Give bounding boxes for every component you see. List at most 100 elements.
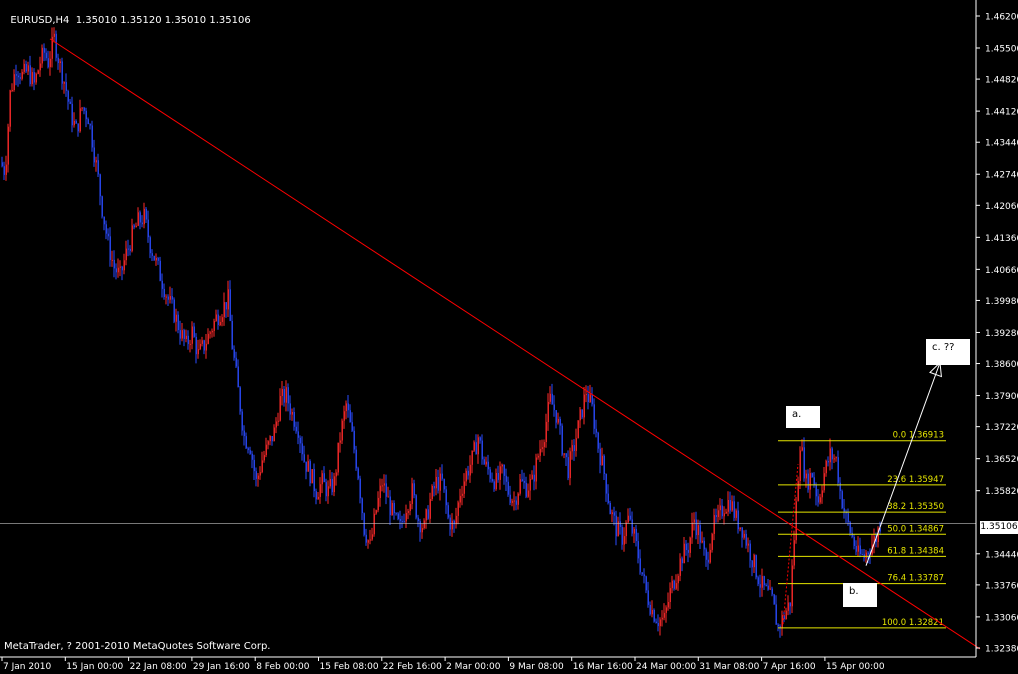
candle-body	[643, 574, 645, 577]
candle-body	[771, 588, 773, 595]
candle-body	[47, 58, 49, 68]
candle-body	[687, 549, 689, 553]
candle-body	[417, 517, 419, 522]
candle-body	[625, 522, 627, 537]
candle-body	[751, 560, 753, 568]
candle-body	[767, 585, 769, 590]
candle-body	[461, 493, 463, 496]
annotation-c[interactable]: c. ??	[926, 339, 970, 365]
annotation-b[interactable]: b.	[843, 583, 877, 607]
candle-body	[243, 430, 245, 437]
candle-body	[571, 445, 573, 452]
y-tick-label: 1.46200	[985, 13, 1018, 23]
candle-body	[665, 607, 667, 613]
candle-body	[43, 47, 45, 53]
candle-body	[485, 461, 487, 465]
candle-body	[525, 482, 527, 497]
candle-body	[673, 580, 675, 589]
candle-body	[21, 71, 23, 79]
candle-body	[473, 442, 475, 451]
candle-body	[807, 473, 809, 490]
annotation-a-text: a.	[792, 409, 802, 420]
candle-body	[609, 503, 611, 515]
candle-body	[31, 72, 33, 85]
candle-body	[363, 513, 365, 535]
candle-body	[55, 33, 57, 58]
candle-body	[799, 450, 801, 481]
candle-body	[569, 451, 571, 479]
candle-body	[23, 63, 25, 72]
y-tick-label: 1.41360	[985, 234, 1018, 244]
candle-body	[65, 82, 67, 91]
candle-body	[561, 425, 563, 455]
candle-body	[245, 436, 247, 449]
y-tick-label: 1.33760	[985, 581, 1018, 591]
candle-body	[59, 61, 61, 63]
candle-body	[661, 617, 663, 620]
candle-body	[629, 515, 631, 520]
candle-body	[157, 258, 159, 261]
candle-body	[729, 500, 731, 511]
candle-body	[817, 496, 819, 503]
candle-body	[553, 404, 555, 411]
candle-body	[457, 502, 459, 516]
candle-body	[545, 421, 547, 442]
candle-body	[657, 623, 659, 627]
price-chart[interactable]: 0.0 1.3691323.6 1.3594738.2 1.3535050.0 …	[0, 0, 1018, 674]
candle-body	[381, 485, 383, 487]
candle-body	[421, 528, 423, 533]
candle-body	[413, 483, 415, 496]
candle-body	[479, 437, 481, 441]
candle-body	[689, 537, 691, 553]
candle-body	[405, 512, 407, 522]
candle-body	[139, 212, 141, 223]
candle-body	[825, 460, 827, 474]
candle-body	[263, 455, 265, 461]
candle-body	[601, 455, 603, 466]
candle-body	[781, 615, 783, 629]
candle-body	[633, 528, 635, 534]
candle-body	[199, 343, 201, 350]
candle-body	[685, 543, 687, 550]
candle-body	[193, 326, 195, 337]
candle-body	[809, 473, 811, 490]
candle-body	[155, 258, 157, 261]
y-tick-label: 1.44820	[985, 76, 1018, 86]
candle-body	[533, 474, 535, 482]
candle-body	[7, 126, 9, 165]
candle-body	[675, 583, 677, 589]
candle-body	[733, 501, 735, 518]
candle-body	[267, 441, 269, 445]
candle-body	[277, 420, 279, 422]
candle-body	[627, 515, 629, 523]
candle-body	[693, 519, 695, 523]
candle-body	[33, 72, 35, 83]
candle-body	[801, 447, 803, 451]
candle-body	[555, 410, 557, 423]
candle-body	[563, 453, 565, 455]
candle-body	[815, 485, 817, 497]
candle-body	[5, 164, 7, 175]
candle-body	[797, 481, 799, 502]
candle-body	[711, 533, 713, 550]
candle-body	[201, 340, 203, 344]
candle-body	[469, 464, 471, 476]
candle-body	[163, 288, 165, 297]
annotation-a[interactable]: a.	[786, 406, 820, 428]
candle-body	[325, 482, 327, 497]
candle-body	[743, 533, 745, 538]
candle-body	[333, 476, 335, 493]
candle-body	[109, 236, 111, 261]
candle-body	[137, 212, 139, 226]
candle-body	[221, 317, 223, 322]
candle-body	[213, 321, 215, 331]
candle-body	[141, 222, 143, 225]
candle-body	[867, 552, 869, 555]
candle-body	[451, 520, 453, 530]
candle-body	[735, 510, 737, 518]
candle-body	[303, 454, 305, 462]
candle-body	[497, 473, 499, 480]
candle-body	[829, 448, 831, 463]
candle-body	[489, 469, 491, 479]
chart-axes: 1.46200 1.45500 1.44820 1.44120 1.43440 1.427…	[0, 0, 1018, 672]
